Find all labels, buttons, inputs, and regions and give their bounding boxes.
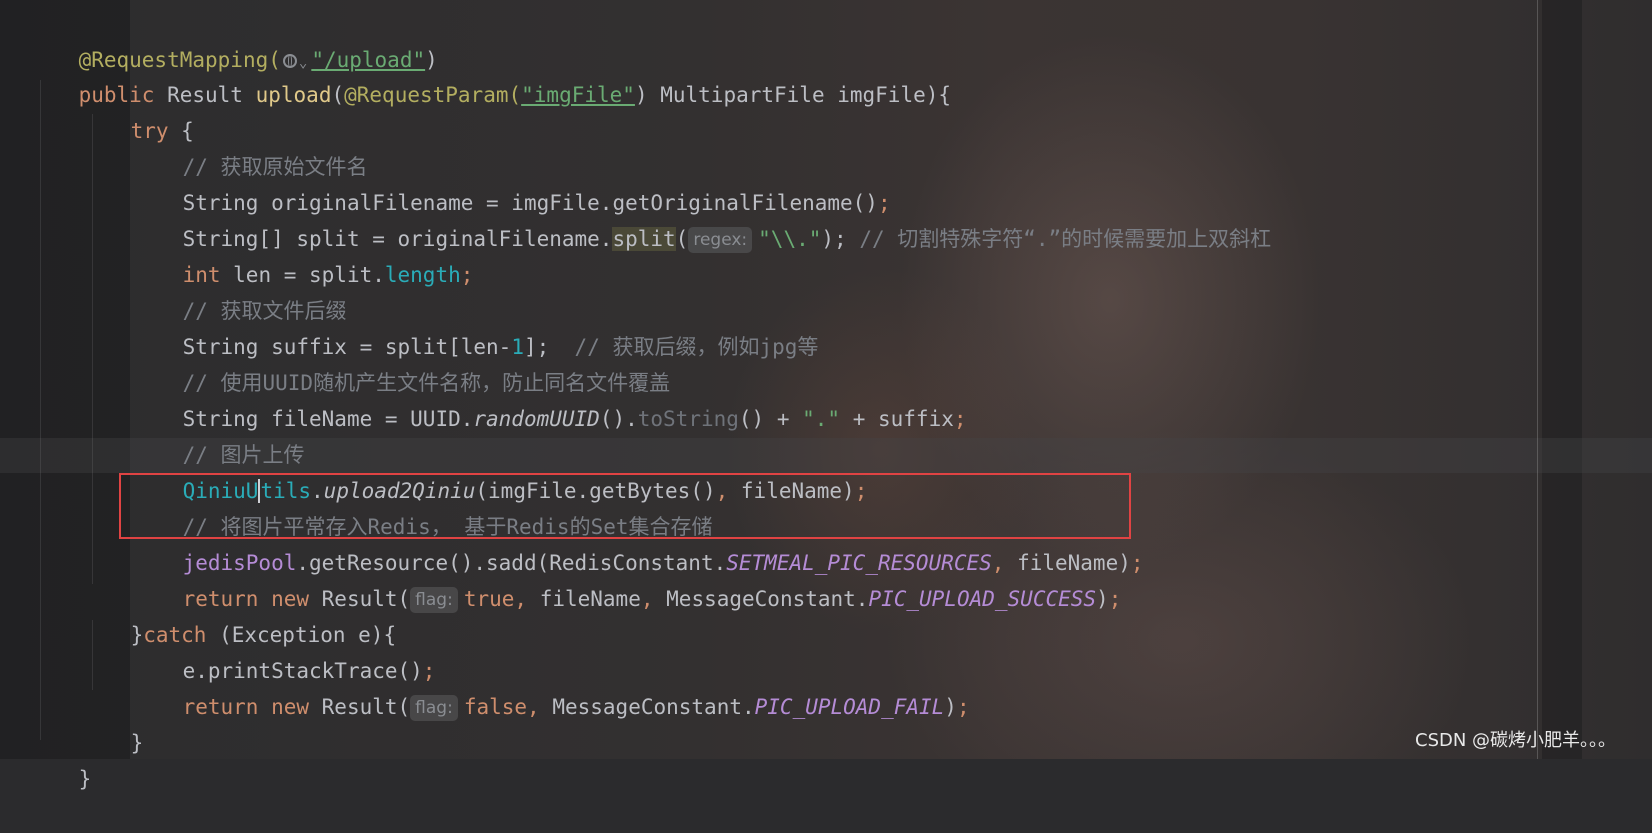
keyword-token: false [463,695,528,719]
code-token: ); [821,227,860,251]
code-token: + suffix [840,407,954,431]
static-method-token: randomUUID [473,407,600,431]
semicolon-token: ; [956,695,970,719]
method-call-token[interactable]: split [612,227,676,251]
code-line[interactable]: return new Result(flag: true, fileName, M… [132,545,1121,613]
parameter-hint: flag: [410,587,458,613]
string-token: "." [802,407,841,431]
code-token: ( [675,227,689,251]
code-line[interactable]: // 使用UUID随机产生文件名称，防止同名文件覆盖 [132,329,671,395]
semicolon-token: ; [953,407,967,431]
code-line[interactable]: return new Result(flag: false, MessageCon… [132,653,970,721]
code-token: () + [738,407,803,431]
string-token: "\\." [758,227,822,251]
code-token: fileName [539,587,641,611]
code-token: } [78,767,92,791]
method-name-token: upload [255,83,332,107]
code-token: ) [944,695,957,719]
comma-token: , [514,587,540,611]
code-line[interactable]: String suffix = split[len-1]; // 获取后缀，例如… [132,293,819,359]
keyword-token: true [463,587,515,611]
code-token: } [130,731,144,755]
code-line[interactable]: String originalFilename = imgFile.getOri… [132,149,891,215]
watermark: CSDN @碳烤小肥羊。。。 [1415,730,1617,751]
code-line[interactable]: try { [80,77,194,143]
constant-token: PIC_UPLOAD_SUCCESS [868,587,1097,611]
semicolon-token: ; [1130,551,1144,575]
comment-token: // 切割特殊字符“.”的时候需要加上双斜杠 [859,227,1272,251]
semicolon-token: ; [1108,587,1122,611]
code-line[interactable]: public Result upload(@RequestParam("imgF… [28,41,951,107]
code-token: (). [599,407,638,431]
code-line[interactable]: // 图片上传 [132,401,305,467]
right-margin-guide [1537,0,1538,759]
code-token: Result( [321,695,411,719]
keyword-token: return new [182,695,322,719]
code-line[interactable]: String fileName = UUID.randomUUID().toSt… [132,365,967,431]
code-line[interactable]: } [80,689,144,755]
code-line[interactable]: // 获取文件后缀 [132,257,347,323]
constant-token: PIC_UPLOAD_FAIL [754,695,945,719]
comma-token: , [527,695,553,719]
code-line[interactable]: } [28,725,92,791]
code-token: ) [1096,587,1109,611]
field-token: length [384,263,461,287]
comma-token: , [640,587,667,611]
code-line[interactable]: @RequestMapping(⌄ "/upload") [28,6,438,72]
parameter-hint: regex: [688,227,753,253]
code-token: MessageConstant. [666,587,869,611]
code-line[interactable]: int len = split.length; [132,221,474,287]
string-token[interactable]: "imgFile" [521,83,635,107]
code-editor[interactable]: @RequestMapping(⌄ "/upload") public Resul… [0,0,1652,791]
code-line[interactable]: e.printStackTrace(); [132,617,436,683]
method-call-token: toString [637,407,739,431]
code-line[interactable]: // 获取原始文件名 [132,113,368,179]
code-token: ( [331,83,345,107]
semicolon-token: ; [460,263,474,287]
code-line[interactable]: String[] split = originalFilename.split(… [132,185,1271,253]
code-token: ) MultipartFile imgFile){ [634,83,952,107]
code-line[interactable]: QiniuUtils.upload2Qiniu(imgFile.getBytes… [132,437,867,503]
highlight-box [119,473,1131,539]
parameter-hint: flag: [410,695,458,721]
annotation-token: @RequestParam( [344,83,522,107]
indent-guide [40,80,41,740]
code-line[interactable]: }catch (Exception e){ [80,581,397,647]
code-token: MessageConstant. [552,695,755,719]
